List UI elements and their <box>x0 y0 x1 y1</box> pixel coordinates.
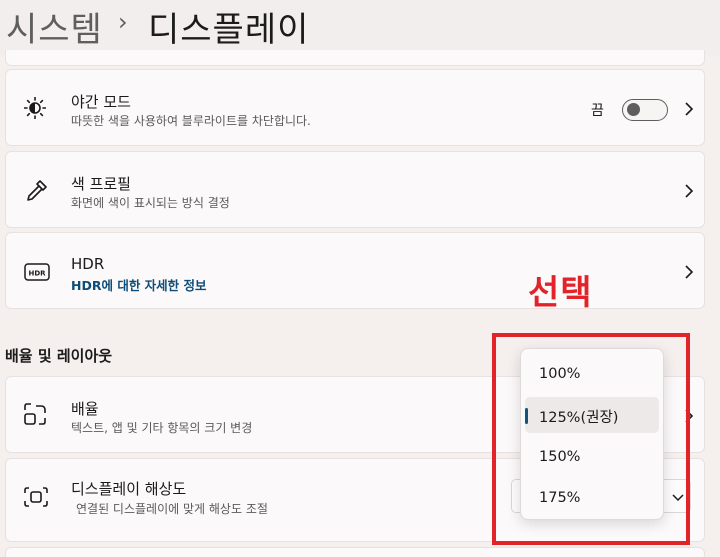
scale-title: 배율 <box>71 400 99 418</box>
scale-option[interactable]: 150% <box>525 440 659 476</box>
next-card <box>5 547 705 557</box>
night-light-card[interactable]: 야간 모드 따뜻한 색을 사용하여 블루라이트를 차단합니다. 끔 <box>5 69 705 146</box>
night-light-description: 따뜻한 색을 사용하여 블루라이트를 차단합니다. <box>71 114 311 128</box>
chevron-right-icon[interactable] <box>681 183 697 199</box>
color-profile-description: 화면에 색이 표시되는 방식 결정 <box>71 196 230 210</box>
resolution-icon <box>24 487 48 507</box>
previous-card <box>5 50 705 66</box>
color-profile-card[interactable]: 색 프로필 화면에 색이 표시되는 방식 결정 <box>5 151 705 228</box>
scale-option-label: 125%(권장) <box>539 410 619 426</box>
section-title-scale-layout: 배율 및 레이아웃 <box>5 347 113 365</box>
svg-text:HDR: HDR <box>28 270 46 278</box>
scale-option-label: 150% <box>539 449 581 465</box>
scale-description: 텍스트, 앱 및 기타 항목의 크기 변경 <box>71 421 253 435</box>
annotation-label: 선택 <box>528 273 593 313</box>
page-header: 시스템 › 디스플레이 <box>0 0 720 56</box>
night-light-title: 야간 모드 <box>71 93 131 111</box>
breadcrumb-root[interactable]: 시스템 <box>6 2 103 51</box>
resolution-description: 연결된 디스플레이에 맞게 해상도 조절 <box>76 502 268 516</box>
scale-dropdown-menu: 100% 125%(권장) 150% 175% <box>520 348 664 520</box>
selected-indicator <box>525 408 528 424</box>
scale-option[interactable]: 175% <box>525 481 659 517</box>
night-light-toggle[interactable] <box>622 99 668 121</box>
breadcrumb-separator: › <box>118 8 128 36</box>
scale-icon <box>24 403 46 425</box>
scale-option-selected[interactable]: 125%(권장) <box>525 397 659 433</box>
night-light-state-label: 끔 <box>591 103 604 119</box>
scale-option[interactable]: 100% <box>525 357 659 393</box>
night-light-icon <box>24 97 46 119</box>
hdr-icon: HDR <box>24 263 50 281</box>
chevron-right-icon[interactable] <box>681 264 697 280</box>
chevron-right-icon[interactable] <box>681 101 697 117</box>
page-title: 디스플레이 <box>148 10 310 50</box>
scale-option-label: 175% <box>539 490 581 506</box>
eyedropper-icon <box>27 180 47 201</box>
resolution-title: 디스플레이 해상도 <box>71 480 187 498</box>
color-profile-title: 색 프로필 <box>71 175 131 193</box>
hdr-title: HDR <box>71 255 105 273</box>
hdr-card[interactable]: HDR HDR HDR에 대한 자세한 정보 <box>5 232 705 309</box>
hdr-info-link[interactable]: HDR에 대한 자세한 정보 <box>71 275 207 294</box>
scale-option-label: 100% <box>539 366 581 382</box>
toggle-knob <box>627 103 640 116</box>
